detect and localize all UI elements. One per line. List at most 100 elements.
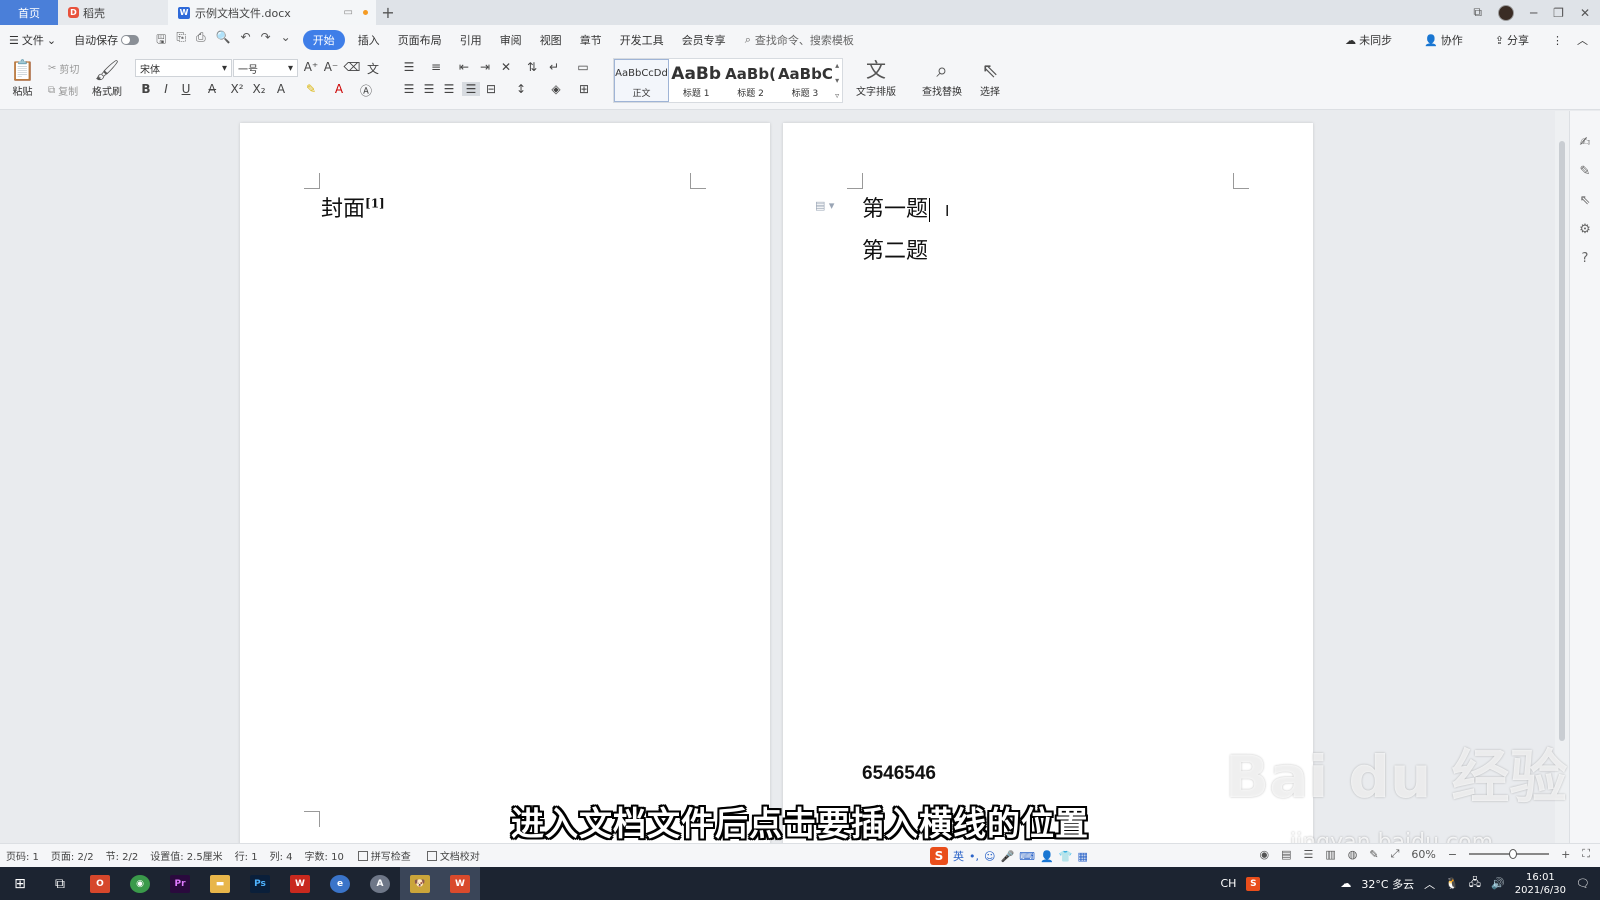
- toolbox-icon[interactable]: ▦: [1077, 850, 1087, 863]
- scroll-thumb[interactable]: [1559, 141, 1565, 741]
- emoji-icon[interactable]: ☺: [984, 850, 995, 863]
- tab-page-layout[interactable]: 页面布局: [389, 32, 451, 48]
- web-view-icon[interactable]: ◍: [1348, 848, 1358, 861]
- align-center-icon[interactable]: ☰: [420, 82, 438, 96]
- sogou-ime-icon[interactable]: S: [930, 847, 948, 865]
- eye-protection-icon[interactable]: ◉: [1259, 848, 1269, 861]
- copy-button[interactable]: ⧉ 复制: [48, 83, 78, 98]
- edit-icon[interactable]: ✎: [1580, 164, 1591, 179]
- toggle-switch[interactable]: [121, 35, 140, 45]
- clear-format-icon[interactable]: ⌫: [343, 60, 361, 74]
- tab-references[interactable]: 引用: [451, 32, 491, 48]
- status-setting[interactable]: 设置值: 2.5厘米: [144, 848, 228, 863]
- chevron-up-icon[interactable]: ︿: [1424, 876, 1435, 892]
- style-heading-2[interactable]: AaBb(标题 2: [723, 59, 777, 102]
- collab-button[interactable]: 👤 协作: [1415, 32, 1472, 48]
- weather-cloud-icon[interactable]: ☁: [1340, 877, 1351, 890]
- grow-font-icon[interactable]: A⁺: [302, 60, 320, 74]
- chinese-layout-icon[interactable]: ✕: [497, 60, 515, 74]
- zoom-slider-thumb[interactable]: [1509, 849, 1518, 859]
- help-icon[interactable]: ?: [1582, 251, 1589, 266]
- tab-daoke[interactable]: D 稻壳: [58, 0, 168, 25]
- office-app-icon[interactable]: O: [80, 867, 120, 900]
- tab-member[interactable]: 会员专享: [673, 32, 735, 48]
- tab-start[interactable]: 开始: [302, 30, 345, 50]
- font-size-select[interactable]: 一号 ▾: [233, 59, 298, 77]
- file-menu[interactable]: ☰ 文件 ⌄: [0, 32, 65, 48]
- chevron-up-icon[interactable]: ▴: [835, 61, 839, 70]
- more-icon[interactable]: ⋮: [1552, 34, 1563, 47]
- app-dog-icon[interactable]: 🐶: [400, 867, 440, 900]
- command-search[interactable]: ⌕ 查找命令、搜索模板: [745, 32, 854, 48]
- write-mode-icon[interactable]: ✎: [1369, 848, 1378, 861]
- punctuation-icon[interactable]: •,: [969, 850, 979, 863]
- tab-insert[interactable]: 插入: [349, 32, 389, 48]
- reading-view-icon[interactable]: ▥: [1325, 848, 1335, 861]
- chrome-app-icon[interactable]: ◉: [120, 867, 160, 900]
- zoom-slider[interactable]: [1469, 849, 1550, 859]
- font-name-select[interactable]: 宋体 ▾: [135, 59, 232, 77]
- strikethrough-button[interactable]: A̶: [203, 82, 221, 96]
- avatar[interactable]: [1497, 4, 1514, 21]
- clock[interactable]: 16:01 2021/6/30: [1515, 871, 1566, 897]
- browser-app-icon[interactable]: e: [320, 867, 360, 900]
- bold-button[interactable]: B: [137, 82, 155, 96]
- italic-button[interactable]: I: [157, 82, 175, 96]
- fit-page-icon[interactable]: ⤢: [1391, 847, 1400, 861]
- zoom-level[interactable]: 60%: [1411, 848, 1435, 861]
- bullet-list-icon[interactable]: ☰: [400, 60, 418, 74]
- status-word-count[interactable]: 字数: 10: [299, 848, 350, 863]
- borders-icon[interactable]: ⊞: [575, 82, 593, 96]
- find-replace-button[interactable]: ⌕ 查找替换: [922, 57, 962, 98]
- ime-language[interactable]: 英: [953, 848, 964, 864]
- tab-stops-icon[interactable]: ▭: [574, 60, 592, 74]
- outline-view-icon[interactable]: ☰: [1303, 848, 1313, 861]
- share-button[interactable]: ⇪ 分享: [1486, 32, 1538, 48]
- task-view-icon[interactable]: ⧉: [40, 867, 80, 900]
- keyboard-icon[interactable]: ⌨: [1019, 850, 1035, 863]
- network-icon[interactable]: 🖧: [1469, 874, 1481, 893]
- spell-check-toggle[interactable]: 拼写检查: [350, 848, 419, 863]
- windows-start-icon[interactable]: ⊞: [0, 867, 40, 900]
- status-pages[interactable]: 页面: 2/2: [45, 848, 100, 863]
- print-preview-icon[interactable]: 🔍: [216, 30, 231, 51]
- tab-home[interactable]: 首页: [0, 0, 58, 25]
- new-tab-button[interactable]: +: [376, 0, 400, 25]
- shrink-font-icon[interactable]: A⁻: [322, 60, 340, 74]
- tab-review[interactable]: 审阅: [491, 32, 531, 48]
- close-button[interactable]: ✕: [1580, 6, 1590, 20]
- mic-icon[interactable]: 🎤: [1000, 850, 1014, 863]
- highlight-icon[interactable]: ✎: [302, 82, 320, 96]
- notification-icon[interactable]: 🗨: [1576, 877, 1590, 890]
- font-color-icon[interactable]: A: [330, 82, 348, 96]
- char-border-icon[interactable]: Ⓐ: [357, 82, 375, 99]
- redo-icon[interactable]: ↷: [261, 30, 271, 51]
- volume-icon[interactable]: 🔊: [1491, 877, 1505, 890]
- skin-icon[interactable]: 👕: [1059, 850, 1073, 863]
- numbered-list-icon[interactable]: ≡: [427, 60, 445, 74]
- fullscreen-icon[interactable]: ⛶: [1582, 847, 1590, 861]
- select-pointer-icon[interactable]: ⇖: [1580, 193, 1591, 208]
- settings-sliders-icon[interactable]: ⚙: [1579, 222, 1591, 237]
- sogou-tray-icon[interactable]: S: [1246, 876, 1261, 891]
- distribute-icon[interactable]: ⊟: [482, 82, 500, 96]
- paragraph-handle-icon[interactable]: ▤ ▾: [815, 199, 834, 212]
- status-page-number[interactable]: 页码: 1: [0, 848, 45, 863]
- align-left-icon[interactable]: ☰: [400, 82, 418, 96]
- photoshop-app-icon[interactable]: Ps: [240, 867, 280, 900]
- subscript-button[interactable]: X₂: [250, 82, 268, 96]
- restore-button[interactable]: ❐: [1553, 6, 1564, 20]
- print-icon[interactable]: ⎙: [196, 30, 206, 51]
- file-explorer-icon[interactable]: ▬: [200, 867, 240, 900]
- input-language[interactable]: CH: [1220, 877, 1236, 890]
- tab-section[interactable]: 章节: [571, 32, 611, 48]
- expand-icon[interactable]: ▿: [835, 91, 839, 100]
- justify-icon[interactable]: ☰: [462, 82, 480, 96]
- style-heading-1[interactable]: AaBb 标题 1: [669, 59, 723, 102]
- weather-text[interactable]: 32°C 多云: [1361, 876, 1414, 892]
- style-panel-icon[interactable]: ✍: [1580, 135, 1591, 150]
- show-marks-icon[interactable]: ↵: [545, 60, 563, 74]
- format-painter-button[interactable]: 🖌 格式刷: [92, 57, 122, 98]
- wps-writer-active-icon[interactable]: W: [440, 867, 480, 900]
- app-a-icon[interactable]: A: [360, 867, 400, 900]
